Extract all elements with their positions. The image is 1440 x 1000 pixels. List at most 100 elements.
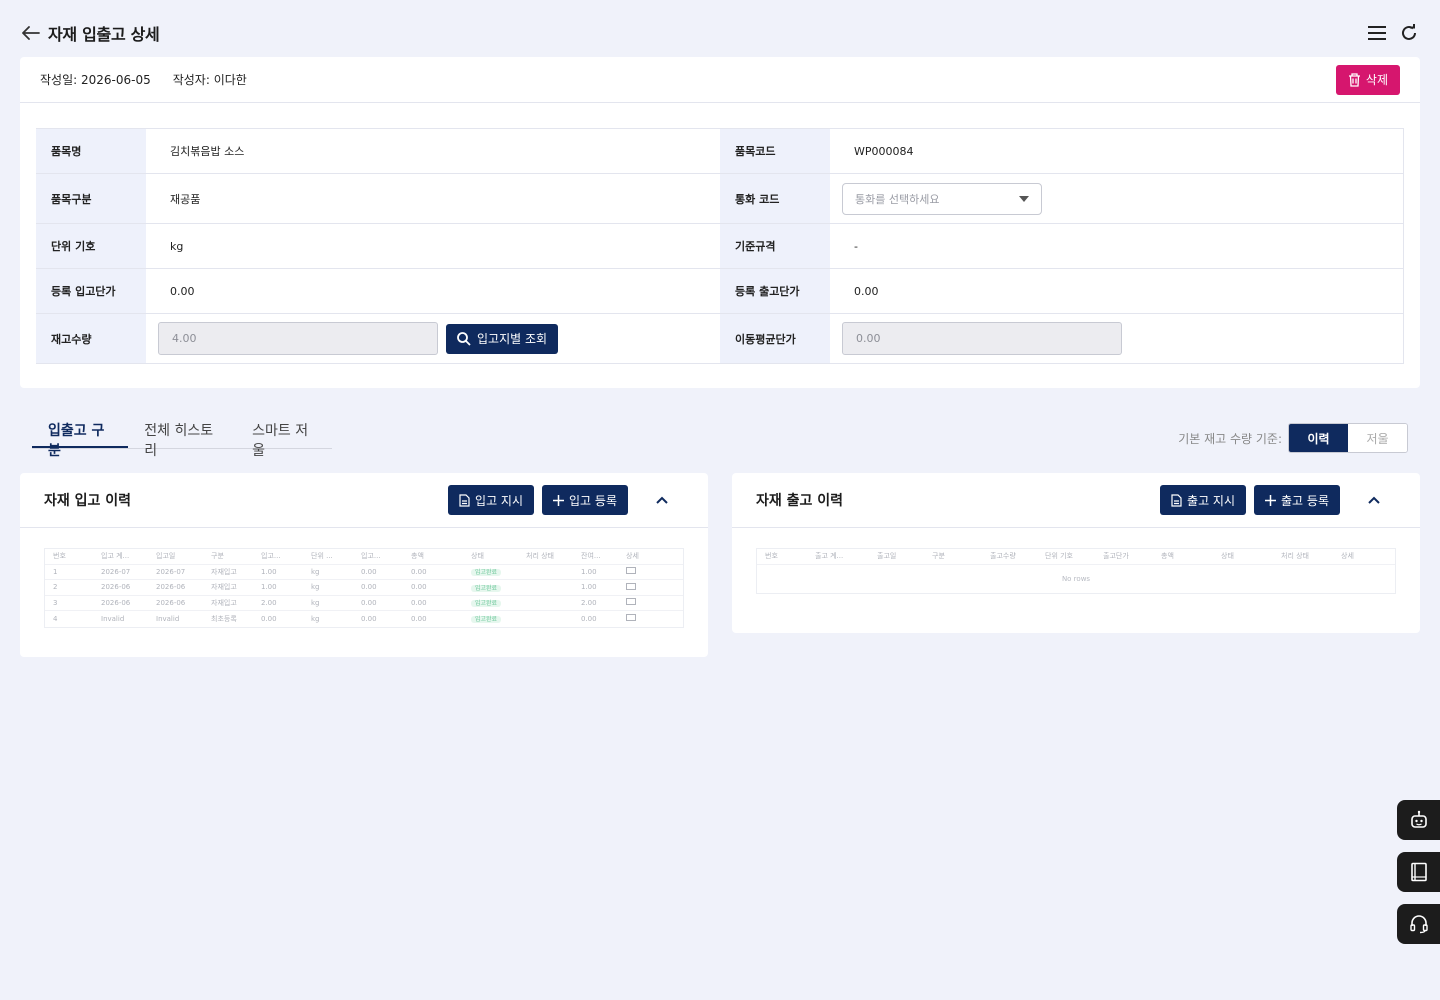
menu-icon[interactable]	[1366, 22, 1388, 44]
table-row[interactable]: 2 2026-06 2026-06 자재입고 1.00 kg 0.00 0.00 입고완료 1.0…	[45, 580, 683, 596]
detail-icon[interactable]	[626, 582, 636, 590]
detail-icon[interactable]	[626, 567, 636, 575]
panel-actions: 출고 지시 출고 등록	[1160, 485, 1396, 515]
unit-label: 단위 기호	[36, 224, 146, 268]
table-cell: 0.00	[411, 583, 427, 592]
item-name-label: 품목명	[36, 129, 146, 173]
inbound-instruct-button[interactable]: 입고 지시	[448, 485, 535, 515]
caret-down-icon	[1019, 195, 1029, 202]
info-row: 등록 입고단가 0.00 등록 출고단가 0.00	[36, 269, 1404, 314]
item-type-value: 재공품	[170, 192, 201, 206]
table-cell: 2.00	[261, 598, 277, 607]
column-header: 처리 상태	[526, 552, 554, 561]
table-cell: 자재입고	[211, 598, 237, 607]
stock-label: 재고수량	[36, 314, 146, 363]
meta-row: 작성일: 2026-06-05 작성자: 이다한 삭제	[20, 57, 1420, 103]
table-cell: kg	[311, 567, 320, 576]
outbound-instruct-label: 출고 지시	[1187, 493, 1236, 508]
column-header: 처리 상태	[1281, 552, 1309, 561]
item-name-value: 김치볶음밥 소스	[170, 145, 245, 158]
delete-button[interactable]: 삭제	[1335, 64, 1400, 95]
currency-select[interactable]: 통화를 선택하세요	[842, 182, 1042, 215]
table-cell: kg	[311, 583, 320, 592]
page-title: 자재 입출고 상세	[48, 25, 160, 44]
item-code-value: WP000084	[830, 129, 1404, 173]
avg-price-label: 이동평균단가	[720, 314, 830, 363]
detail-icon[interactable]	[626, 614, 636, 622]
out-price-label: 등록 출고단가	[720, 269, 830, 313]
lookup-by-warehouse-button[interactable]: 입고지별 조회	[446, 323, 559, 354]
basis-history-option[interactable]: 이력	[1289, 424, 1348, 452]
refresh-icon[interactable]	[1398, 22, 1420, 44]
table-row[interactable]: 1 2026-07 2026-07 자재입고 1.00 kg 0.00 0.00 입고완료 1.0…	[45, 565, 683, 580]
tab-smart-scale[interactable]: 스마트 저울	[236, 412, 332, 459]
chevron-up-icon[interactable]	[1362, 488, 1386, 512]
stock-cell: 4.00 입고지별 조회	[146, 314, 720, 363]
column-header: 구분	[932, 552, 945, 561]
robot-icon[interactable]	[1397, 800, 1440, 840]
item-detail-card: 작성일: 2026-06-05 작성자: 이다한 삭제 품목명 김치볶음밥 소스…	[20, 57, 1420, 388]
plus-icon	[1265, 494, 1277, 506]
tab-full-history[interactable]: 전체 히스토리	[128, 412, 236, 459]
status-badge: 입고완료	[471, 584, 502, 592]
table-cell	[618, 567, 648, 576]
avg-price-cell: 0.00	[830, 314, 1404, 363]
tab-in-out-type[interactable]: 입출고 구분	[32, 412, 129, 459]
table-cell: 0.00	[361, 598, 377, 607]
standard-label: 기준규격	[720, 224, 830, 268]
table-cell: 2026-06	[156, 598, 186, 607]
column-header: 출고단가	[1103, 552, 1129, 561]
grid-header-row: 번호 입고 계... 입고일 구분 입고... 단위 ... 입고... 총액 상태 처리 상태 잔…	[45, 549, 683, 565]
table-cell: 1.00	[581, 583, 597, 592]
panel-header: 자재 출고 이력 출고 지시 출고 등록	[732, 473, 1420, 528]
table-row[interactable]: 3 2026-06 2026-06 자재입고 2.00 kg 0.00 0.00 입고완료 2.0…	[45, 596, 683, 611]
column-header: 단위 ...	[311, 552, 333, 561]
column-header: 출고수량	[990, 552, 1016, 561]
table-cell: 0.00	[361, 614, 377, 623]
inbound-register-label: 입고 등록	[569, 493, 617, 508]
outbound-register-button[interactable]: 출고 등록	[1254, 485, 1340, 515]
top-bar: 자재 입출고 상세	[20, 18, 1420, 48]
tab-bar: 입출고 구분 전체 히스토리 스마트 저울	[32, 412, 332, 459]
stock-basis-segment: 이력 저울	[1288, 423, 1408, 453]
inbound-instruct-label: 입고 지시	[475, 493, 524, 508]
arrow-left-icon[interactable]	[20, 22, 42, 44]
table-cell: 자재입고	[211, 567, 237, 576]
currency-placeholder: 통화를 선택하세요	[855, 192, 940, 206]
table-cell: 2026-06	[101, 583, 131, 592]
table-cell: 0.00	[411, 567, 427, 576]
inbound-history-panel: 자재 입고 이력 입고 지시 입고 등록 번호 입고 계... 입고일 구분 입고...…	[20, 473, 708, 657]
table-cell: 입고완료	[463, 614, 518, 624]
stock-basis-label: 기본 재고 수량 기준:	[1178, 431, 1282, 446]
table-cell: 0.00	[411, 614, 427, 623]
detail-icon[interactable]	[626, 598, 636, 606]
table-cell: 2	[53, 583, 58, 592]
table-row[interactable]: 4 Invalid Invalid 최초등록 0.00 kg 0.00 0.00 입고완료 0.0…	[45, 611, 683, 627]
column-header: 상세	[626, 552, 639, 561]
currency-label: 통화 코드	[720, 174, 830, 223]
info-row: 단위 기호 kg 기준규격 -	[36, 224, 1404, 269]
table-cell: 최초등록	[211, 614, 237, 623]
book-icon[interactable]	[1397, 852, 1440, 892]
basis-scale-option[interactable]: 저울	[1348, 424, 1407, 452]
table-cell: 1.00	[581, 567, 597, 576]
inbound-register-button[interactable]: 입고 등록	[542, 485, 628, 515]
table-cell: Invalid	[156, 614, 180, 623]
grid-header-row: 번호 출고 계... 출고일 구분 출고수량 단위 기호 출고단가 총액 상태 처리 상태 상세	[757, 549, 1395, 565]
table-cell: 0.00	[361, 583, 377, 592]
column-header: 번호	[53, 552, 66, 561]
headset-icon[interactable]	[1397, 904, 1440, 944]
chevron-up-icon[interactable]	[650, 488, 674, 512]
document-icon	[459, 493, 470, 507]
column-header: 입고일	[156, 552, 176, 561]
column-header: 상세	[1341, 552, 1354, 561]
table-cell: 0.00	[411, 598, 427, 607]
table-cell	[618, 614, 648, 623]
table-cell: 3	[53, 598, 58, 607]
inbound-grid: 번호 입고 계... 입고일 구분 입고... 단위 ... 입고... 총액 상태 처리 상태 잔…	[44, 548, 684, 628]
outbound-instruct-button[interactable]: 출고 지시	[1160, 485, 1247, 515]
column-header: 상태	[1221, 552, 1234, 561]
top-actions	[1366, 22, 1420, 44]
outbound-history-panel: 자재 출고 이력 출고 지시 출고 등록 번호 출고 계... 출고일 구분 출고수량 단…	[732, 473, 1420, 633]
column-header: 상태	[471, 552, 484, 561]
